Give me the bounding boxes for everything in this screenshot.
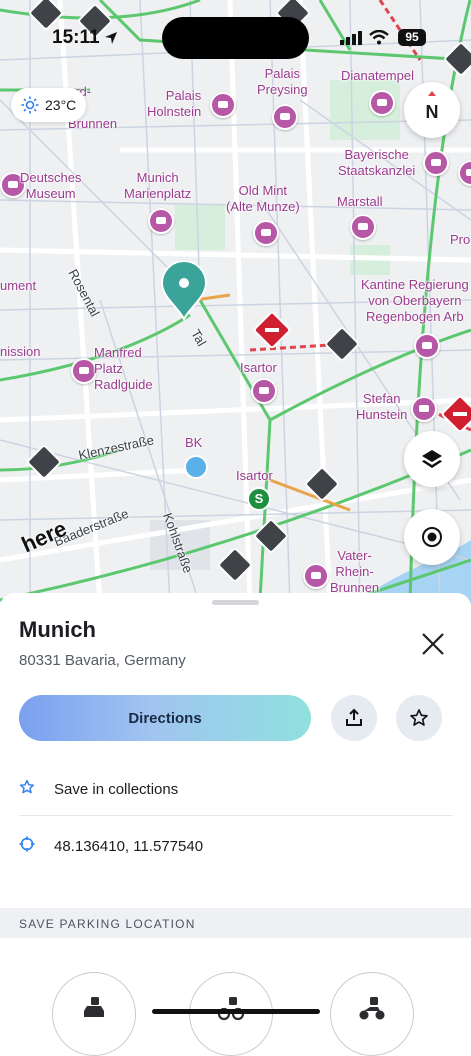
signal-icon — [340, 31, 362, 45]
poi-marker[interactable] — [210, 92, 236, 118]
sheet-drag-handle[interactable] — [212, 600, 259, 605]
poi-marker[interactable] — [369, 90, 395, 116]
parking-section-header: SAVE PARKING LOCATION — [0, 908, 471, 938]
my-location-icon — [422, 527, 442, 547]
map-label: Palais Preysing — [257, 66, 308, 97]
divider — [19, 815, 453, 816]
poi-marker[interactable] — [148, 208, 174, 234]
save-in-collections-label: Save in collections — [54, 780, 179, 798]
place-address: 80331 Bavaria, Germany — [19, 652, 186, 669]
poi-marker[interactable] — [303, 563, 329, 589]
poi-marker[interactable] — [414, 333, 440, 359]
status-bar: 15:11 95 — [0, 0, 471, 59]
sun-icon — [21, 96, 39, 114]
parking-section-title: SAVE PARKING LOCATION — [19, 917, 196, 931]
motorbike-parking-icon — [359, 997, 385, 1020]
star-icon — [410, 709, 428, 726]
map-label: nission — [0, 344, 41, 359]
dynamic-island — [162, 17, 309, 59]
battery-indicator: 95 — [398, 29, 426, 46]
map-label: Vater- Rhein- Brunnen — [330, 548, 380, 595]
map-label: Pro — [450, 232, 471, 247]
map-label: Bayerische Staatskanzlei — [338, 147, 416, 178]
map-label: Stefan Hunstein — [356, 391, 408, 422]
share-button[interactable] — [331, 695, 377, 741]
status-time: 15:11 — [52, 27, 100, 48]
layers-icon — [422, 450, 442, 468]
map-label: Manfred Platz Radlguide — [94, 345, 153, 392]
close-icon[interactable] — [418, 629, 448, 659]
weather-chip[interactable]: 23°C — [11, 88, 87, 122]
car-parking-icon — [84, 997, 104, 1017]
save-in-collections-row[interactable]: Save in collections — [19, 761, 453, 817]
map-label: ument — [0, 278, 37, 293]
s-bahn-icon: S — [247, 487, 271, 511]
fuel-station-icon — [184, 455, 208, 479]
map-label: Palais Holnstein — [147, 88, 202, 119]
map-label: Marstall — [337, 194, 383, 209]
my-location-button[interactable] — [404, 509, 460, 565]
crosshair-icon — [19, 836, 35, 852]
poi-marker[interactable] — [411, 396, 437, 422]
map-label: Old Mint (Alte Munze) — [226, 183, 300, 214]
star-icon — [19, 779, 35, 794]
map-label: Isartor — [236, 468, 273, 483]
coordinates-row[interactable]: 48.136410, 11.577540 — [19, 818, 453, 874]
compass-label: N — [425, 101, 439, 122]
location-arrow-icon — [105, 32, 117, 44]
map-label: BK — [185, 435, 203, 450]
place-title: Munich — [19, 617, 96, 642]
layers-button[interactable] — [404, 431, 460, 487]
parking-car-button[interactable] — [52, 972, 136, 1056]
coordinates-value: 48.136410, 11.577540 — [54, 837, 204, 855]
poi-marker[interactable] — [423, 150, 449, 176]
map-label: Munich Marienplatz — [124, 170, 192, 201]
share-icon — [346, 708, 362, 726]
temperature-label: 23°C — [45, 97, 77, 113]
poi-marker[interactable] — [272, 104, 298, 130]
parking-motorbike-button[interactable] — [330, 972, 414, 1056]
location-pin-icon[interactable] — [160, 261, 208, 321]
favorite-button[interactable] — [396, 695, 442, 741]
poi-marker[interactable] — [350, 214, 376, 240]
home-indicator — [152, 1009, 320, 1014]
poi-marker[interactable] — [251, 378, 277, 404]
parking-bicycle-button[interactable] — [189, 972, 273, 1056]
map-label: Kantine Regierung von Oberbayern Regenbo… — [361, 277, 469, 324]
map-label: Deutsches Museum — [20, 170, 82, 201]
poi-marker[interactable] — [253, 220, 279, 246]
wifi-icon — [369, 30, 389, 45]
directions-button[interactable]: Directions — [19, 695, 311, 741]
map-label: Dianatempel — [341, 68, 414, 83]
compass-button[interactable]: N — [404, 82, 460, 138]
map-label: Isartor — [240, 360, 277, 375]
